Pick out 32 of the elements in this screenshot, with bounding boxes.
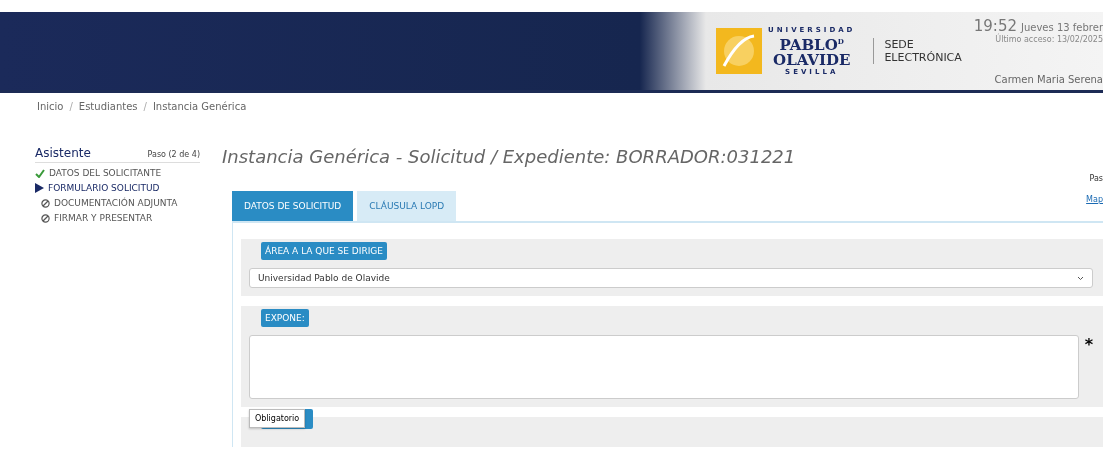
logo-text: OLAVIDE xyxy=(773,53,851,68)
breadcrumb-separator: / xyxy=(143,101,147,112)
chevron-down-icon xyxy=(1077,275,1084,281)
side-text: Pas xyxy=(1089,174,1103,183)
wizard-title: Asistente xyxy=(35,146,91,160)
area-select[interactable]: Universidad Pablo de Olavide xyxy=(249,268,1093,288)
section-label: EXPONE: xyxy=(261,309,309,327)
sun-logo-icon xyxy=(716,28,762,74)
clock-time: 19:52 xyxy=(973,17,1017,35)
tab[interactable]: CLÁUSULA LOPD xyxy=(357,191,457,221)
breadcrumb-link[interactable]: Instancia Genérica xyxy=(152,101,247,112)
tab[interactable]: DATOS DE SOLICITUD xyxy=(232,191,354,221)
required-mark: * xyxy=(1084,335,1093,354)
portal-name: SEDE xyxy=(884,38,915,51)
date-text: Jueves 13 febrer xyxy=(1021,22,1103,33)
breadcrumb-link[interactable]: Estudiantes xyxy=(78,101,138,112)
side-link[interactable]: Map xyxy=(1086,195,1103,204)
wizard-step[interactable]: FORMULARIO SOLICITUD xyxy=(48,183,160,193)
breadcrumb-link[interactable]: Inicio xyxy=(37,101,64,112)
breadcrumb-separator: / xyxy=(69,101,73,112)
step-counter: Paso (2 de 4) xyxy=(147,150,200,159)
tooltip: Obligatorio xyxy=(249,409,306,428)
portal-name: ELECTRÓNICA xyxy=(884,51,962,64)
user-name: Carmen Maria Serena xyxy=(994,74,1103,85)
page-title: Instancia Genérica - Solicitud / Expediente: BORRADOR:031221 xyxy=(222,146,797,167)
wizard-step[interactable]: DATOS DEL SOLICITANTE xyxy=(49,168,162,178)
last-access-text: Último acceso: 13/02/2025 xyxy=(995,35,1103,44)
wizard-step[interactable]: FIRMAR Y PRESENTAR xyxy=(54,213,153,223)
section-label: ÁREA A LA QUE SE DIRIGE xyxy=(261,242,387,260)
logo-text: PABLO$^{D}$ xyxy=(779,35,844,53)
text-area[interactable] xyxy=(249,335,1079,399)
wizard-step[interactable]: DOCUMENTACIÓN ADJUNTA xyxy=(54,198,178,208)
